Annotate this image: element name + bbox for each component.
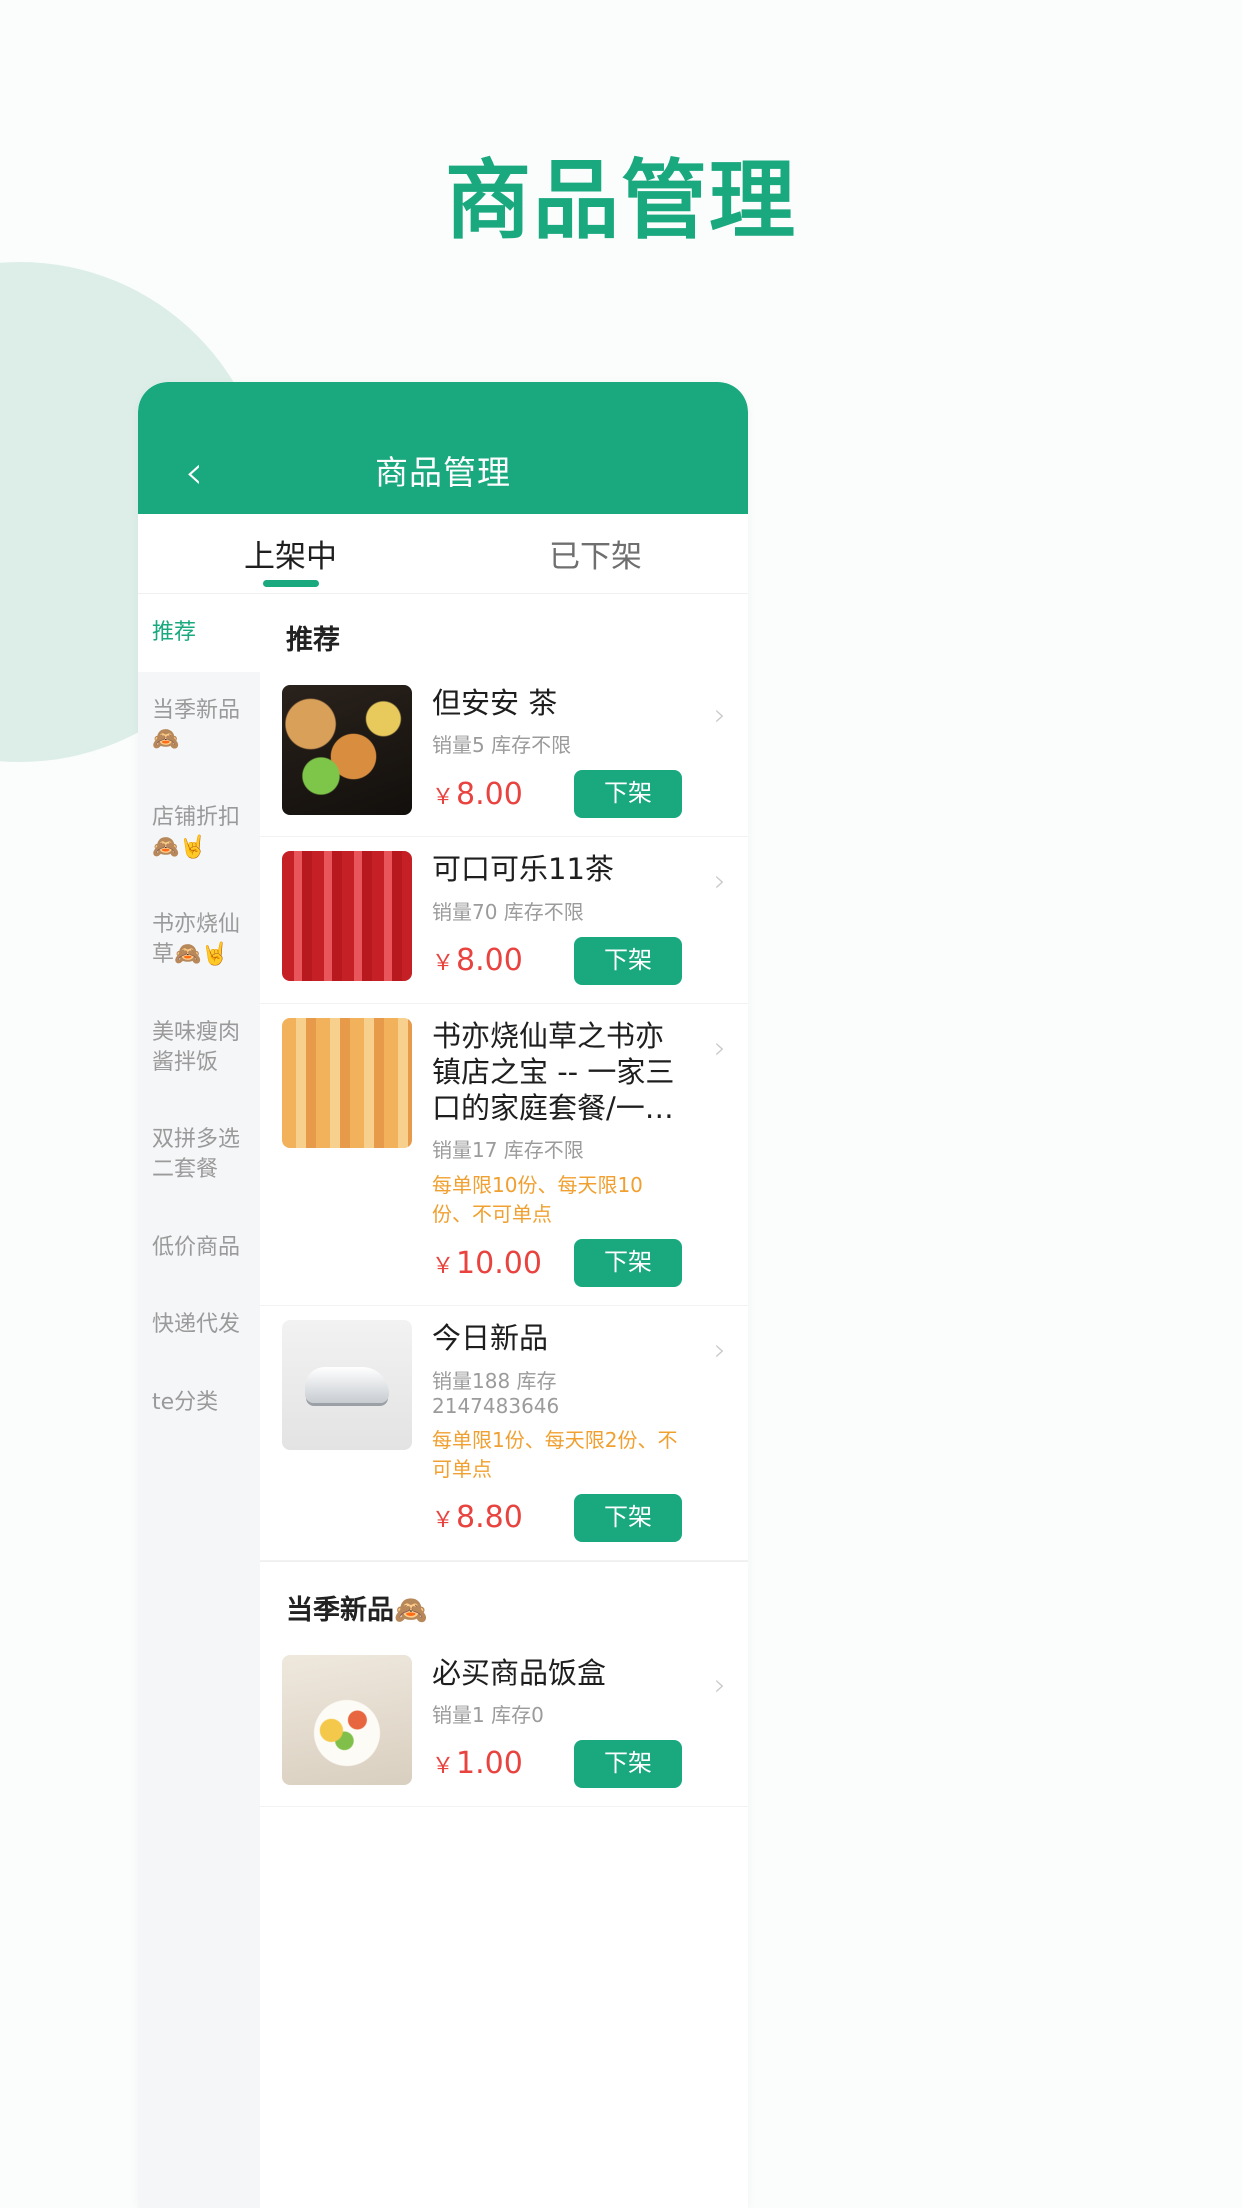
product-title: 书亦烧仙草之书亦镇店之宝 -- 一家三口的家庭套餐/一… — [432, 1018, 675, 1126]
content-area: 推荐当季新品🙈 店铺折扣🙈🤘 书亦烧仙草🙈🤘 美味瘦肉酱拌饭 双拼多选二套餐低价商品快递… — [138, 594, 748, 2208]
sidebar-item-label: 推荐 — [152, 620, 197, 645]
chevron-right-icon[interactable]: › — [714, 1670, 726, 1701]
page-title: 商品管理 — [445, 151, 797, 251]
product-title: 今日新品 — [432, 1321, 549, 1356]
take-off-shelf-button[interactable]: 下架 — [574, 1739, 682, 1788]
product-title: 但安安 茶 — [432, 686, 558, 720]
product-row-footer: ￥8.00 下架 — [432, 770, 682, 819]
product-title: 必买商品饭盒 — [432, 1655, 607, 1690]
product-thumbnail — [282, 851, 412, 982]
tab-bar: 上架中 已下架 — [138, 514, 748, 594]
sidebar-item-3[interactable]: 书亦烧仙草🙈🤘 — [138, 886, 260, 993]
product-sales-stock: 销量188 库存2147483646 — [432, 1368, 560, 1418]
price-value: 1.00 — [456, 1746, 523, 1782]
product-thumbnail — [282, 1017, 412, 1148]
sidebar-item-label: 书亦烧仙草🙈🤘 — [152, 912, 241, 968]
sidebar-item-6[interactable]: 低价商品 — [138, 1209, 260, 1287]
sidebar-item-label: 美味瘦肉酱拌饭 — [152, 1019, 241, 1075]
take-off-shelf-button[interactable]: 下架 — [574, 936, 682, 985]
sidebar-item-1[interactable]: 当季新品🙈 — [138, 672, 260, 779]
product-price: ￥1.00 — [432, 1746, 523, 1781]
product-sales-stock: 销量17 库存不限 — [432, 1138, 584, 1163]
chevron-right-icon[interactable]: › — [714, 701, 726, 731]
category-sidebar[interactable]: 推荐当季新品🙈 店铺折扣🙈🤘 书亦烧仙草🙈🤘 美味瘦肉酱拌饭 双拼多选二套餐低价商品快递… — [138, 594, 260, 2208]
product-price: ￥10.00 — [432, 1246, 542, 1281]
product-price: ￥8.00 — [432, 777, 523, 812]
product-title: 可口可乐11茶 — [432, 852, 614, 887]
currency-symbol: ￥ — [432, 1253, 455, 1279]
take-off-shelf-button[interactable]: 下架 — [574, 1493, 682, 1542]
sidebar-item-label: te分类 — [152, 1389, 219, 1415]
screen-root: 商品管理 ‹ 商品管理 上架中 已下架 推荐当季新品🙈 店铺折扣🙈🤘 书亦烧仙草🙈🤘 美… — [0, 0, 1242, 2208]
sidebar-item-label: 快递代发 — [152, 1312, 241, 1338]
product-row[interactable]: 必买商品饭盒销量1 库存0 ￥1.00 下架 › — [260, 1641, 748, 1807]
product-row-footer: ￥8.00 下架 — [432, 936, 682, 985]
take-off-shelf-button[interactable]: 下架 — [574, 1239, 682, 1288]
price-value: 8.80 — [456, 1500, 523, 1535]
product-row-footer: ￥10.00 下架 — [432, 1239, 682, 1288]
sidebar-item-8[interactable]: te分类 — [138, 1364, 260, 1442]
sidebar-item-2[interactable]: 店铺折扣🙈🤘 — [138, 779, 260, 886]
product-list[interactable]: 推荐 但安安 茶销量5 库存不限 ￥8.00 下架 › 可口可乐11茶 销量70 库存不限 ￥… — [260, 594, 748, 2208]
price-value: 8.00 — [456, 943, 523, 978]
tab-0[interactable]: 上架中 — [138, 514, 443, 593]
product-sales-stock: 销量5 库存不限 — [432, 733, 572, 758]
tab-label: 上架中 — [244, 539, 337, 575]
product-group-header: 推荐 — [286, 625, 340, 656]
currency-symbol: ￥ — [432, 1508, 455, 1533]
price-value: 10.00 — [456, 1245, 542, 1281]
product-thumbnail — [282, 1654, 412, 1785]
product-thumbnail — [282, 1320, 412, 1451]
sidebar-item-0[interactable]: 推荐 — [138, 594, 260, 672]
product-limit-note: 每单限10份、每天限10份、不可单点 — [432, 1173, 643, 1227]
take-off-shelf-button[interactable]: 下架 — [574, 770, 682, 819]
product-row[interactable]: 书亦烧仙草之书亦镇店之宝 -- 一家三口的家庭套餐/一… 销量17 库存不限每单限… — [260, 1004, 748, 1307]
sidebar-item-5[interactable]: 双拼多选二套餐 — [138, 1101, 260, 1208]
product-info: 今日新品销量188 库存2147483646 每单限1份、每天限2份、不可单点 ￥8… — [412, 1320, 726, 1542]
sidebar-item-label: 双拼多选二套餐 — [152, 1127, 241, 1182]
product-info: 必买商品饭盒销量1 库存0 ￥1.00 下架 — [412, 1655, 726, 1788]
chevron-right-icon[interactable]: › — [714, 867, 726, 897]
tab-active-underline — [262, 580, 319, 587]
product-info: 书亦烧仙草之书亦镇店之宝 -- 一家三口的家庭套餐/一… 销量17 库存不限每单限… — [412, 1018, 726, 1288]
sidebar-item-label: 当季新品🙈 — [152, 697, 241, 753]
product-price: ￥8.80 — [432, 1500, 523, 1535]
product-sales-stock: 销量70 库存不限 — [432, 899, 584, 924]
product-info: 但安安 茶销量5 库存不限 ￥8.00 下架 — [412, 685, 726, 819]
chevron-right-icon[interactable]: › — [714, 1336, 726, 1366]
tab-1[interactable]: 已下架 — [443, 514, 748, 593]
currency-symbol: ￥ — [432, 951, 455, 976]
chevron-right-icon[interactable]: › — [714, 1033, 726, 1064]
product-group-header: 当季新品🙈 — [260, 1560, 748, 1641]
product-thumbnail — [282, 685, 412, 815]
sidebar-item-7[interactable]: 快递代发 — [138, 1286, 260, 1364]
product-info: 可口可乐11茶销量70 库存不限 ￥8.00 下架 — [412, 851, 726, 985]
product-price: ￥8.00 — [432, 943, 523, 978]
sidebar-item-label: 店铺折扣🙈🤘 — [152, 805, 241, 860]
product-row-footer: ￥8.80 下架 — [432, 1493, 682, 1542]
product-row[interactable]: 但安安 茶销量5 库存不限 ￥8.00 下架 › — [260, 671, 748, 838]
product-row[interactable]: 今日新品销量188 库存2147483646 每单限1份、每天限2份、不可单点 ￥8… — [260, 1306, 748, 1561]
product-sales-stock: 销量1 库存0 — [432, 1702, 544, 1727]
price-value: 8.00 — [456, 776, 523, 812]
currency-symbol: ￥ — [432, 784, 455, 810]
product-row-footer: ￥1.00 下架 — [432, 1739, 682, 1788]
currency-symbol: ￥ — [432, 1754, 455, 1780]
phone-mockup-card: ‹ 商品管理 上架中 已下架 推荐当季新品🙈 店铺折扣🙈🤘 书亦烧仙草🙈🤘 美味瘦肉酱拌… — [138, 382, 748, 2208]
sidebar-item-label: 低价商品 — [152, 1234, 241, 1260]
navbar-title: 商品管理 — [375, 453, 511, 492]
product-row[interactable]: 可口可乐11茶销量70 库存不限 ￥8.00 下架 › — [260, 837, 748, 1004]
tab-label: 已下架 — [549, 539, 642, 575]
navigation-bar: ‹ 商品管理 — [138, 382, 748, 514]
sidebar-item-4[interactable]: 美味瘦肉酱拌饭 — [138, 994, 260, 1101]
product-limit-note: 每单限1份、每天限2份、不可单点 — [432, 1427, 678, 1481]
